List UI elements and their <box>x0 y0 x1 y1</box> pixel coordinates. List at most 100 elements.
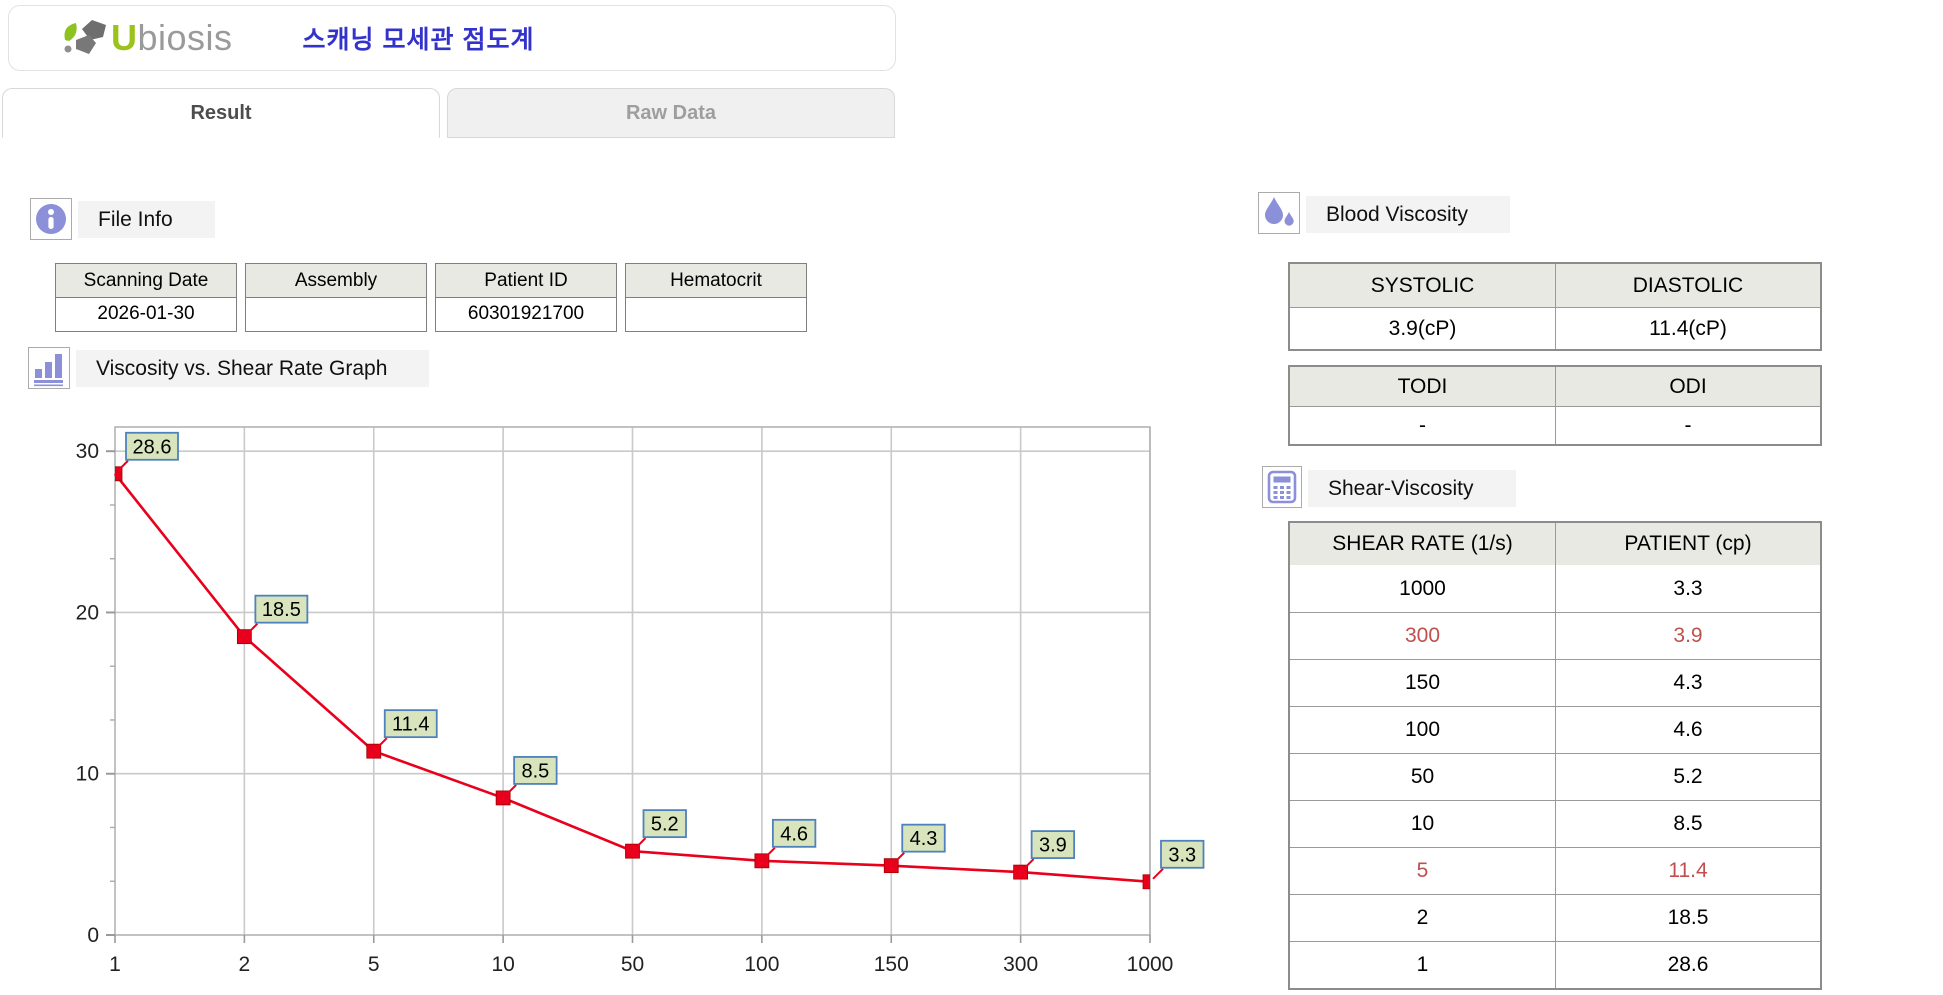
file-info-title: File Info <box>78 201 215 238</box>
diastolic-value: 11.4(cP) <box>1555 308 1820 349</box>
ubiosis-leaf-icon <box>64 20 106 54</box>
file-info-table: Scanning Date 2026-01-30 Assembly Patient I… <box>55 263 807 332</box>
index-table-value-row: - - <box>1290 406 1820 444</box>
label-leader-line <box>1022 858 1035 870</box>
tab-result[interactable]: Result <box>2 88 440 138</box>
file-info-icon-box <box>30 198 72 240</box>
shear-rate-cell: 150 <box>1404 671 1441 694</box>
pressure-table-header-row: SYSTOLIC DIASTOLIC <box>1290 264 1820 307</box>
tab-bar: Result Raw Data <box>0 88 896 138</box>
data-label: 4.3 <box>910 828 938 850</box>
file-field-patient-id: Patient ID 60301921700 <box>435 263 617 332</box>
shear-table-row: 2 18.5 <box>1290 894 1820 941</box>
file-field-assembly: Assembly <box>245 263 427 332</box>
graph-icon-box <box>28 347 70 389</box>
patient-viscosity-cell: 8.5 <box>1555 801 1820 847</box>
info-icon <box>36 204 66 234</box>
y-tick-label: 10 <box>76 763 99 786</box>
todi-value: - <box>1419 413 1426 437</box>
label-leader-line <box>505 784 517 796</box>
patient-viscosity-cell: 3.9 <box>1555 613 1820 659</box>
logo-letter-u: U <box>111 17 138 58</box>
shear-rate-cell: 2 <box>1416 906 1429 929</box>
index-table-header-row: TODI ODI <box>1290 367 1820 406</box>
file-field-label: Assembly <box>246 264 426 298</box>
x-tick-label: 10 <box>491 953 514 976</box>
patient-viscosity-cell: 4.3 <box>1555 660 1820 706</box>
x-tick-label: 1 <box>109 953 121 976</box>
shear-table-row: 5 11.4 <box>1290 847 1820 894</box>
systolic-header: SYSTOLIC <box>1290 264 1555 307</box>
file-field-label: Hematocrit <box>626 264 806 298</box>
y-tick-label: 30 <box>76 440 99 463</box>
data-label: 4.6 <box>780 823 808 845</box>
bar-chart-icon <box>34 354 63 387</box>
x-tick-label: 100 <box>744 953 779 976</box>
shear-rate-cell: 100 <box>1404 718 1441 741</box>
shear-rate-cell: 50 <box>1410 765 1435 788</box>
diastolic-header: DIASTOLIC <box>1555 264 1820 307</box>
odi-value: - <box>1555 407 1820 444</box>
file-field-scanning-date: Scanning Date 2026-01-30 <box>55 263 237 332</box>
y-tick-label: 20 <box>76 601 99 624</box>
index-table: TODI ODI - - <box>1288 365 1822 446</box>
file-field-value: 2026-01-30 <box>97 303 195 324</box>
patient-viscosity-cell: 28.6 <box>1555 942 1820 988</box>
shear-table-row: 100 4.6 <box>1290 706 1820 753</box>
data-label: 5.2 <box>651 814 679 836</box>
calculator-icon <box>1267 470 1297 504</box>
shear-table-body: 1000 3.3 300 3.9 150 4.3 100 4.6 50 5.2 10 8.5 5 11.4… <box>1290 565 1820 988</box>
shear-rate-cell: 1000 <box>1399 576 1446 600</box>
data-label: 28.6 <box>133 436 172 458</box>
patient-viscosity-cell: 5.2 <box>1555 754 1820 800</box>
shear-rate-cell: 1 <box>1416 953 1429 976</box>
pressure-table-value-row: 3.9(cP) 11.4(cP) <box>1290 307 1820 349</box>
x-tick-label: 1000 <box>1127 953 1174 976</box>
shear-rate-cell: 300 <box>1404 624 1441 647</box>
shear-table-header-row: SHEAR RATE (1/s) PATIENT (cp) <box>1290 523 1820 565</box>
blood-viscosity-icon-box <box>1258 192 1300 234</box>
graph-title: Viscosity vs. Shear Rate Graph <box>76 350 430 387</box>
label-leader-line <box>893 851 905 864</box>
shear-table-row: 1000 3.3 <box>1290 565 1820 612</box>
file-field-value <box>246 298 426 331</box>
shear-rate-cell: 10 <box>1410 812 1435 835</box>
blood-viscosity-title: Blood Viscosity <box>1306 196 1511 233</box>
data-label: 18.5 <box>262 599 301 621</box>
x-tick-label: 300 <box>1003 953 1038 976</box>
shear-viscosity-table: SHEAR RATE (1/s) PATIENT (cp) 1000 3.3 300… <box>1288 521 1822 990</box>
y-tick-label: 0 <box>87 924 99 947</box>
shear-viscosity-title: Shear-Viscosity <box>1308 470 1516 507</box>
patient-header: PATIENT (cp) <box>1555 523 1820 565</box>
label-leader-line <box>764 847 776 859</box>
x-tick-label: 150 <box>874 953 909 976</box>
shear-viscosity-icon-box <box>1262 466 1302 508</box>
tab-raw-data[interactable]: Raw Data <box>447 88 895 138</box>
data-label: 3.3 <box>1168 844 1196 866</box>
label-leader-line <box>246 622 259 635</box>
logo-letters-biosis: biosis <box>137 17 233 58</box>
app-title: 스캐닝 모세관 점도계 <box>302 26 535 54</box>
file-field-value <box>626 298 806 331</box>
x-tick-label: 2 <box>239 953 251 976</box>
shear-rate-header: SHEAR RATE (1/s) <box>1290 523 1555 565</box>
label-leader-line <box>376 737 388 749</box>
patient-viscosity-cell: 18.5 <box>1555 895 1820 941</box>
logo-wordmark: Ubiosis <box>111 17 233 59</box>
systolic-value: 3.9(cP) <box>1388 316 1457 340</box>
file-field-hematocrit: Hematocrit <box>625 263 807 332</box>
label-leader-line <box>634 837 647 849</box>
ubiosis-logo: Ubiosis <box>61 16 233 60</box>
shear-table-row: 1 28.6 <box>1290 941 1820 988</box>
app-header: Ubiosis 스캐닝 모세관 점도계 <box>8 5 896 71</box>
x-tick-label: 50 <box>621 953 644 976</box>
file-field-label: Patient ID <box>436 264 616 298</box>
patient-viscosity-cell: 11.4 <box>1555 848 1820 894</box>
label-leader-line <box>1152 868 1164 880</box>
blood-drops-icon <box>1265 197 1294 226</box>
shear-rate-cell: 5 <box>1416 859 1429 882</box>
x-tick-label: 5 <box>368 953 380 976</box>
data-label: 3.9 <box>1039 835 1067 857</box>
odi-header: ODI <box>1555 367 1820 406</box>
patient-viscosity-cell: 3.3 <box>1555 565 1820 612</box>
